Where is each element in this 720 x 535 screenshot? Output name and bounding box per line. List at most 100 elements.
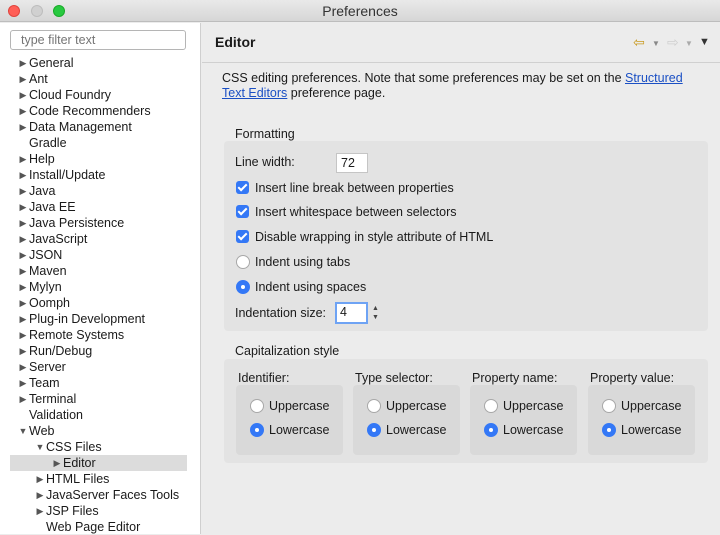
tree-item-label: Install/Update — [29, 168, 106, 182]
tree-item[interactable]: ▶ Mylyn — [10, 279, 187, 295]
tree-item[interactable]: ▼ Web — [10, 423, 187, 439]
collapsed-arrow-icon[interactable]: ▶ — [18, 279, 28, 295]
expanded-arrow-icon[interactable]: ▼ — [18, 423, 28, 439]
tree-item[interactable]: ▼ CSS Files — [10, 439, 187, 455]
collapsed-arrow-icon[interactable]: ▶ — [18, 327, 28, 343]
collapsed-arrow-icon[interactable]: ▶ — [18, 119, 28, 135]
tree-item[interactable]: ▶ Help — [10, 151, 187, 167]
tree-item-label: Java — [29, 184, 56, 198]
capitalization-group-title: Property value: — [590, 371, 675, 385]
collapsed-arrow-icon[interactable]: ▶ — [18, 263, 28, 279]
line-break-checkbox[interactable] — [236, 181, 249, 194]
filter-input[interactable] — [10, 30, 186, 50]
tree-item[interactable]: ▶ Java Persistence — [10, 215, 187, 231]
tree-item[interactable]: ▶ JavaServer Faces Tools — [10, 487, 187, 503]
tree-item[interactable]: ▶ Editor — [10, 455, 187, 471]
line-width-input[interactable]: 72 — [336, 153, 368, 173]
indent-tabs-radio[interactable] — [236, 255, 250, 269]
tree-item[interactable]: ▶ Team — [10, 375, 187, 391]
indentation-size-stepper[interactable]: ▲ ▼ — [371, 304, 380, 324]
collapsed-arrow-icon[interactable]: ▶ — [18, 359, 28, 375]
collapsed-arrow-icon[interactable]: ▶ — [18, 87, 28, 103]
tree-item[interactable]: ▶ Maven — [10, 263, 187, 279]
tree-item[interactable]: ▶ Run/Debug — [10, 343, 187, 359]
view-menu-icon[interactable]: ▼ — [699, 36, 710, 48]
radio-label: Lowercase — [269, 423, 330, 437]
tree-item[interactable]: ▶ Plug-in Development — [10, 311, 187, 327]
tree-item[interactable]: ▶ General — [10, 55, 187, 71]
tree-item[interactable]: ▶ Server — [10, 359, 187, 375]
lowercase-radio[interactable] — [250, 423, 264, 437]
back-history-chevron-icon[interactable]: ▼ — [652, 39, 660, 48]
capitalization-section-label: Capitalization style — [235, 344, 340, 358]
tree-item[interactable]: ▶ Java EE — [10, 199, 187, 215]
tree-item[interactable]: ▶ Remote Systems — [10, 327, 187, 343]
collapsed-arrow-icon[interactable]: ▶ — [35, 487, 45, 503]
back-arrow-icon[interactable]: ⇦ — [633, 34, 645, 51]
uppercase-radio[interactable] — [484, 399, 498, 413]
tree-item[interactable]: ▶ JSP Files — [10, 503, 187, 519]
collapsed-arrow-icon[interactable]: ▶ — [18, 247, 28, 263]
tree-item[interactable]: Web Page Editor — [10, 519, 187, 535]
collapsed-arrow-icon[interactable]: ▶ — [18, 391, 28, 407]
tree-item-label: Run/Debug — [29, 344, 93, 358]
expanded-arrow-icon[interactable]: ▼ — [35, 439, 45, 455]
tree-item-label: JSON — [29, 248, 63, 262]
lowercase-radio[interactable] — [602, 423, 616, 437]
uppercase-radio[interactable] — [250, 399, 264, 413]
tree-item-label: Plug-in Development — [29, 312, 146, 326]
tree-item[interactable]: ▶ Cloud Foundry — [10, 87, 187, 103]
capitalization-option-box: Uppercase Lowercase — [353, 385, 460, 455]
lowercase-radio[interactable] — [367, 423, 381, 437]
indentation-size-input[interactable]: 4 — [335, 302, 368, 324]
collapsed-arrow-icon[interactable]: ▶ — [18, 199, 28, 215]
collapsed-arrow-icon[interactable]: ▶ — [18, 167, 28, 183]
collapsed-arrow-icon[interactable]: ▶ — [18, 231, 28, 247]
tree-item[interactable]: ▶ Code Recommenders — [10, 103, 187, 119]
radio-label: Lowercase — [503, 423, 564, 437]
tree-item[interactable]: ▶ Oomph — [10, 295, 187, 311]
forward-arrow-icon[interactable]: ⇨ — [667, 34, 679, 51]
uppercase-radio[interactable] — [602, 399, 616, 413]
collapsed-arrow-icon[interactable]: ▶ — [52, 455, 62, 471]
collapsed-arrow-icon[interactable]: ▶ — [18, 183, 28, 199]
forward-history-chevron-icon[interactable]: ▼ — [685, 39, 693, 48]
disable-wrapping-checkbox[interactable] — [236, 230, 249, 243]
stepper-up-icon[interactable]: ▲ — [371, 304, 380, 313]
uppercase-radio[interactable] — [367, 399, 381, 413]
tree-item[interactable]: ▶ Data Management — [10, 119, 187, 135]
tree-item-label: Oomph — [29, 296, 70, 310]
tree-item[interactable]: ▶ Terminal — [10, 391, 187, 407]
lowercase-radio[interactable] — [484, 423, 498, 437]
tree-item[interactable]: Validation — [10, 407, 187, 423]
preferences-window: Preferences ▶General▶Ant▶Cloud Foundry▶C… — [0, 0, 720, 534]
collapsed-arrow-icon[interactable]: ▶ — [18, 295, 28, 311]
collapsed-arrow-icon[interactable]: ▶ — [18, 343, 28, 359]
tree-item[interactable]: ▶ JavaScript — [10, 231, 187, 247]
collapsed-arrow-icon[interactable]: ▶ — [18, 215, 28, 231]
collapsed-arrow-icon[interactable]: ▶ — [18, 375, 28, 391]
collapsed-arrow-icon[interactable]: ▶ — [18, 71, 28, 87]
collapsed-arrow-icon[interactable]: ▶ — [18, 103, 28, 119]
whitespace-checkbox[interactable] — [236, 205, 249, 218]
tree-item[interactable]: ▶ HTML Files — [10, 471, 187, 487]
tree-item[interactable]: ▶ JSON — [10, 247, 187, 263]
collapsed-arrow-icon[interactable]: ▶ — [35, 503, 45, 519]
tree-item-label: JSP Files — [46, 504, 99, 518]
tree-item-label: General — [29, 56, 74, 70]
tree-item[interactable]: ▶ Ant — [10, 71, 187, 87]
capitalization-option-box: Uppercase Lowercase — [236, 385, 343, 455]
tree-item[interactable]: Gradle — [10, 135, 187, 151]
stepper-down-icon[interactable]: ▼ — [371, 313, 380, 322]
tree-item[interactable]: ▶ Java — [10, 183, 187, 199]
capitalization-group-title: Identifier: — [238, 371, 290, 385]
radio-label: Uppercase — [621, 399, 682, 413]
tree-item[interactable]: ▶ Install/Update — [10, 167, 187, 183]
preferences-tree: ▶ General ▶ Ant ▶ Cloud Foundry ▶ Code Recommen… — [10, 55, 187, 535]
collapsed-arrow-icon[interactable]: ▶ — [18, 151, 28, 167]
title-bar[interactable]: Preferences — [0, 0, 720, 22]
collapsed-arrow-icon[interactable]: ▶ — [18, 311, 28, 327]
indent-spaces-radio[interactable] — [236, 280, 250, 294]
collapsed-arrow-icon[interactable]: ▶ — [18, 55, 28, 71]
collapsed-arrow-icon[interactable]: ▶ — [35, 471, 45, 487]
